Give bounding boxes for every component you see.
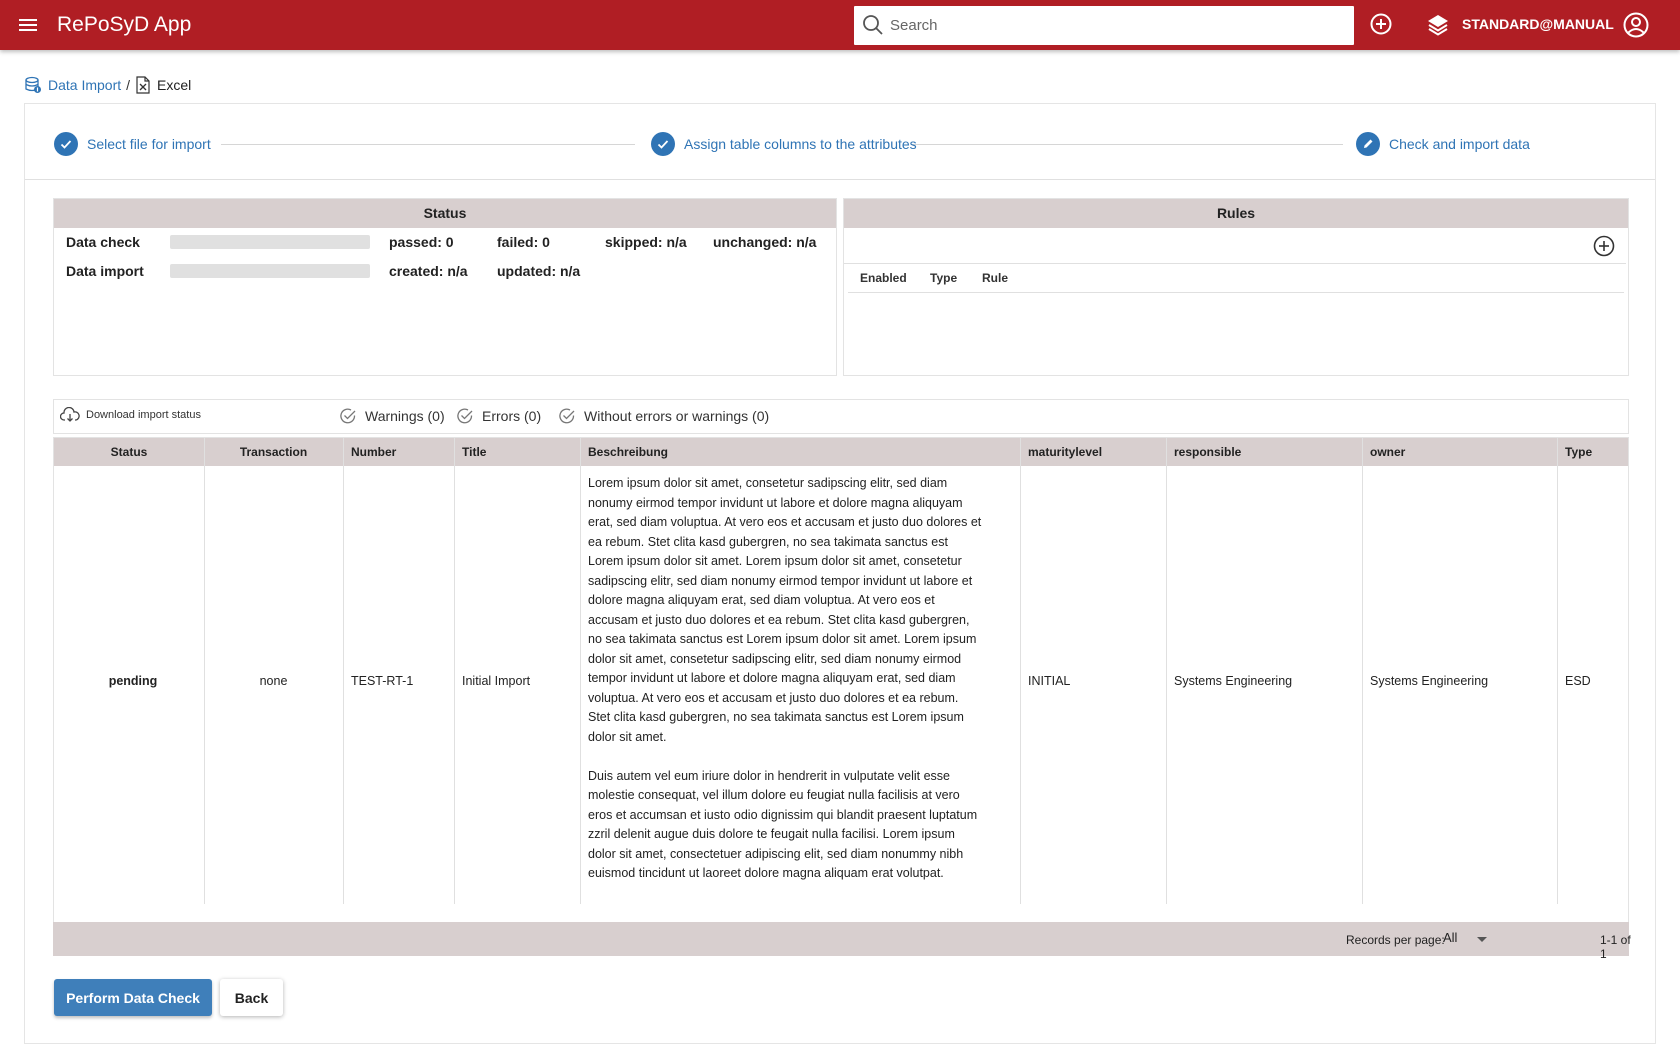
step-assign-columns[interactable]: Assign table columns to the attributes	[651, 132, 917, 156]
data-import-label: Data import	[66, 263, 144, 279]
col-beschreibung[interactable]: Beschreibung	[588, 438, 668, 466]
step-select-file[interactable]: Select file for import	[54, 132, 211, 156]
import-card: Select file for import Assign table colu…	[24, 103, 1656, 1044]
stat-unchanged: unchanged: n/a	[713, 234, 817, 250]
add-circle-icon[interactable]	[1369, 12, 1393, 39]
check-circle-icon	[340, 408, 356, 424]
excel-file-icon	[136, 76, 150, 94]
column-divider	[580, 438, 581, 904]
cell-number: TEST-RT-1	[351, 674, 414, 688]
app-title[interactable]: RePoSyD App	[57, 13, 191, 37]
records-per-page-select[interactable]: All	[1443, 930, 1493, 950]
step-label: Check and import data	[1389, 136, 1530, 152]
col-number[interactable]: Number	[351, 438, 396, 466]
column-divider	[343, 438, 344, 904]
cloud-download-icon	[60, 407, 80, 422]
data-check-progress	[170, 235, 370, 249]
col-status[interactable]: Status	[54, 438, 204, 466]
column-divider	[1020, 438, 1021, 904]
column-divider	[1362, 438, 1363, 904]
stepper-connector	[221, 144, 635, 145]
filter-label: Warnings (0)	[365, 408, 445, 424]
cell-responsible: Systems Engineering	[1174, 674, 1293, 688]
breadcrumb: Data Import / Excel	[25, 74, 191, 96]
add-rule-icon[interactable]	[1592, 234, 1616, 261]
search-icon	[863, 15, 883, 35]
col-responsible[interactable]: responsible	[1174, 438, 1241, 466]
search-input[interactable]	[890, 6, 1340, 45]
rules-panel-title: Rules	[844, 199, 1628, 228]
check-circle-icon	[559, 408, 575, 424]
import-stepper: Select file for import Assign table colu…	[25, 104, 1655, 180]
chevron-down-icon	[1477, 937, 1487, 942]
data-check-label: Data check	[66, 234, 140, 250]
col-owner[interactable]: owner	[1370, 438, 1405, 466]
status-panel: Status Data check passed: 0 failed: 0 sk…	[53, 198, 837, 376]
account-circle-icon[interactable]	[1622, 11, 1650, 42]
download-import-status-button[interactable]: Download import status	[60, 407, 201, 423]
rules-header-divider	[848, 292, 1624, 293]
column-divider	[1166, 438, 1167, 904]
description-paragraph: Lorem ipsum dolor sit amet, consetetur s…	[588, 476, 982, 744]
rules-col-type[interactable]: Type	[930, 271, 957, 285]
user-label[interactable]: STANDARD@MANUAL	[1462, 16, 1614, 32]
col-transaction[interactable]: Transaction	[204, 438, 343, 466]
check-icon	[651, 132, 675, 156]
description-paragraph: Duis autem vel eum iriure dolor in hendr…	[588, 768, 978, 881]
download-label: Download import status	[86, 409, 201, 421]
rules-panel: Rules Enabled Type Rule	[843, 198, 1629, 376]
breadcrumb-current: Excel	[157, 77, 192, 93]
app-bar: RePoSyD App STANDARD@MANUAL	[0, 0, 1680, 50]
stat-created: created: n/a	[389, 263, 468, 279]
breadcrumb-data-import-link[interactable]: Data Import	[48, 77, 121, 93]
cell-owner: Systems Engineering	[1370, 674, 1489, 688]
back-button[interactable]: Back	[220, 979, 283, 1016]
cell-transaction: none	[259, 674, 288, 688]
filter-warnings-checkbox[interactable]: Warnings (0)	[339, 407, 445, 425]
stepper-connector	[911, 144, 1343, 145]
col-title[interactable]: Title	[462, 438, 486, 466]
breadcrumb-separator: /	[126, 77, 131, 93]
rules-col-rule[interactable]: Rule	[982, 271, 1008, 285]
table-footer: Records per page: All 1-1 of 1	[53, 922, 1631, 961]
records-per-page-value: All	[1443, 930, 1458, 945]
stat-passed: passed: 0	[389, 234, 454, 250]
status-panel-title: Status	[54, 199, 836, 228]
step-label: Select file for import	[87, 136, 211, 152]
col-maturitylevel[interactable]: maturitylevel	[1028, 438, 1102, 466]
perform-data-check-button[interactable]: Perform Data Check	[54, 979, 212, 1016]
pencil-icon	[1356, 132, 1380, 156]
step-label: Assign table columns to the attributes	[684, 136, 917, 152]
cell-title: Initial Import	[462, 674, 531, 688]
cell-maturitylevel: INITIAL	[1028, 674, 1071, 688]
search-box[interactable]	[854, 6, 1354, 45]
import-data-table: Status Transaction Number Title Beschrei…	[53, 437, 1629, 925]
filter-label: Errors (0)	[482, 408, 542, 424]
rules-col-enabled[interactable]: Enabled	[860, 271, 907, 285]
pagination-range: 1-1 of 1	[1600, 933, 1631, 961]
rules-toolbar	[844, 228, 1626, 264]
filter-no-issues-checkbox[interactable]: Without errors or warnings (0)	[558, 407, 769, 425]
column-divider	[1557, 438, 1558, 904]
layers-icon[interactable]	[1426, 13, 1450, 40]
cell-type: ESD	[1565, 674, 1591, 688]
filter-toolbar: Download import status Warnings (0) Erro…	[53, 399, 1629, 434]
column-divider	[454, 438, 455, 904]
check-icon	[54, 132, 78, 156]
hamburger-menu-icon[interactable]	[14, 11, 42, 39]
records-per-page-label: Records per page:	[1346, 933, 1445, 947]
cell-beschreibung: Lorem ipsum dolor sit amet, consetetur s…	[588, 474, 984, 884]
database-import-icon	[25, 76, 41, 93]
step-check-import[interactable]: Check and import data	[1356, 132, 1530, 156]
stat-skipped: skipped: n/a	[605, 234, 687, 250]
check-circle-icon	[457, 408, 473, 424]
stat-updated: updated: n/a	[497, 263, 581, 279]
filter-errors-checkbox[interactable]: Errors (0)	[456, 407, 541, 425]
stat-failed: failed: 0	[497, 234, 550, 250]
data-import-progress	[170, 264, 370, 278]
column-divider	[204, 438, 205, 904]
cell-status: pending	[108, 674, 158, 688]
filter-label: Without errors or warnings (0)	[584, 408, 770, 424]
col-type[interactable]: Type	[1565, 438, 1592, 466]
